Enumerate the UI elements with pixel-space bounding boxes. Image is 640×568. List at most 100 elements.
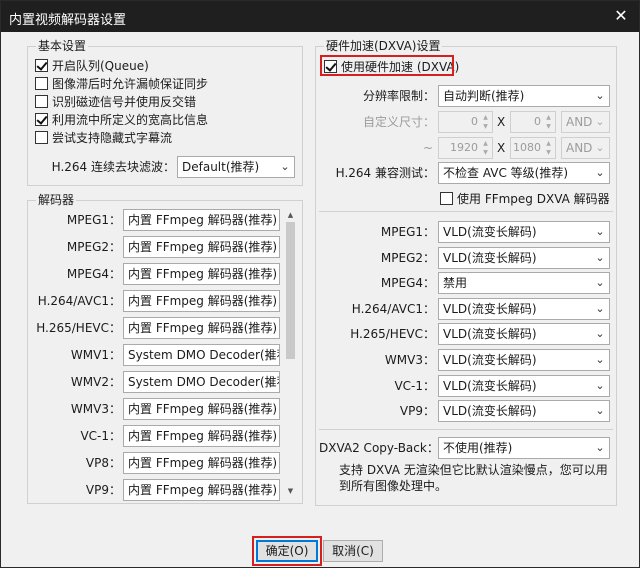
decoders-scrollbar[interactable]: ▲ ▼ <box>285 209 296 497</box>
chevron-down-icon: ⌄ <box>265 429 275 442</box>
range-tilde: ~ <box>422 141 433 155</box>
chevron-down-icon: ⌄ <box>265 213 275 226</box>
decoder-label: VP9： <box>85 483 121 497</box>
copyback-label: DXVA2 Copy-Back： <box>319 441 439 455</box>
decoder-select[interactable]: System DMO Decoder(推荐) ⌄ <box>123 344 280 366</box>
checkbox-box[interactable] <box>35 77 48 90</box>
highlight-box <box>252 536 322 566</box>
chevron-down-icon: ⌄ <box>595 301 605 315</box>
decoder-label: MPEG1： <box>66 213 121 227</box>
checkbox-box[interactable] <box>35 131 48 144</box>
title-bar[interactable]: 内置视频解码器设置 ✕ <box>1 1 639 32</box>
hw-decoder-select[interactable]: VLD(流变长解码) ⌄ <box>438 374 610 397</box>
basic-option-checkbox[interactable]: 识别磁迹信号并使用反交错 <box>35 93 196 110</box>
decoder-label: H.264/AVC1： <box>37 294 121 308</box>
decoder-label: VP8： <box>85 456 121 470</box>
ffmpeg-dxva-checkbox[interactable]: 使用 FFmpeg DXVA 解码器 <box>440 190 610 207</box>
hw-decoder-select[interactable]: VLD(流变长解码) ⌄ <box>438 349 610 371</box>
hw-decoder-select[interactable]: VLD(流变长解码) ⌄ <box>438 400 610 423</box>
basic-option-checkbox[interactable]: 开启队列(Queue) <box>35 57 149 74</box>
chevron-down-icon: ⌄ <box>280 160 290 173</box>
hw-decoder-select[interactable]: 禁用 ⌄ <box>438 272 610 295</box>
compat-value: 不检查 AVC 等级(推荐) <box>443 166 569 180</box>
custom-op2-value: AND <box>566 141 593 155</box>
chevron-down-icon: ⌄ <box>265 321 275 334</box>
decoder-select[interactable]: 内置 FFmpeg 解码器(推荐) ⌄ <box>123 290 280 312</box>
decoder-value: 内置 FFmpeg 解码器(推荐) <box>128 240 278 254</box>
hw-decoder-value: VLD(流变长解码) <box>443 250 537 265</box>
basic-option-label: 尝试支持隐藏式字幕流 <box>52 131 173 145</box>
decoder-select[interactable]: 内置 FFmpeg 解码器(推荐) ⌄ <box>123 317 280 339</box>
decoder-select[interactable]: 内置 FFmpeg 解码器(推荐) ⌄ <box>123 425 280 447</box>
custom-width-min[interactable]: 0 ▲ ▼ <box>438 111 493 133</box>
decoder-select[interactable]: 内置 FFmpeg 解码器(推荐) ⌄ <box>123 209 280 231</box>
checkbox-box[interactable] <box>35 113 48 126</box>
decoder-select[interactable]: System DMO Decoder(推荐) ⌄ <box>123 371 280 393</box>
decoder-select[interactable]: 内置 FFmpeg 解码器(推荐) ⌄ <box>123 479 280 501</box>
hw-decoder-value: VLD(流变长解码) <box>443 378 537 393</box>
decoder-select[interactable]: 内置 FFmpeg 解码器(推荐) ⌄ <box>123 452 280 474</box>
spin-arrows-icon[interactable]: ▲ ▼ <box>480 113 491 131</box>
custom-height-max-value: 1080 <box>513 141 541 154</box>
spin-arrows-icon[interactable]: ▲ ▼ <box>543 139 554 157</box>
decoder-label: VC-1： <box>80 429 121 443</box>
close-icon[interactable]: ✕ <box>611 7 631 25</box>
basic-option-checkbox[interactable]: 尝试支持隐藏式字幕流 <box>35 129 172 146</box>
custom-width-min-value: 0 <box>471 115 478 128</box>
custom-width-max[interactable]: 1920 ▲ ▼ <box>438 137 493 159</box>
highlight-box <box>320 55 454 76</box>
hw-decoder-label: H.264/AVC1： <box>351 301 435 316</box>
deblock-select[interactable]: Default(推荐) ⌄ <box>177 156 295 178</box>
decoder-label: WMV1： <box>70 348 121 362</box>
chevron-down-icon: ⌄ <box>595 327 605 341</box>
hw-decoder-value: 禁用 <box>443 276 468 291</box>
compat-select[interactable]: 不检查 AVC 等级(推荐) ⌄ <box>438 162 610 184</box>
chevron-down-icon: ⌄ <box>595 378 605 392</box>
spin-arrows-icon[interactable]: ▲ ▼ <box>543 113 554 131</box>
checkbox-box[interactable] <box>440 192 453 205</box>
hw-decoder-select[interactable]: VLD(流变长解码) ⌄ <box>438 323 610 346</box>
checkbox-box[interactable] <box>35 59 48 72</box>
custom-height-min[interactable]: 0 ▲ ▼ <box>510 111 556 133</box>
divider <box>319 429 613 430</box>
decoder-label: WMV2： <box>70 375 121 389</box>
chevron-down-icon: ⌄ <box>595 441 605 454</box>
hw-decoder-select[interactable]: VLD(流变长解码) ⌄ <box>438 246 610 269</box>
cancel-button[interactable]: 取消(C) <box>323 540 383 562</box>
decoder-label: MPEG2： <box>66 240 121 254</box>
decoder-select[interactable]: 内置 FFmpeg 解码器(推荐) ⌄ <box>123 398 280 420</box>
resolution-select[interactable]: 自动判断(推荐) ⌄ <box>438 85 610 107</box>
spin-arrows-icon[interactable]: ▲ ▼ <box>480 139 491 157</box>
basic-option-label: 开启队列(Queue) <box>52 59 149 73</box>
chevron-down-icon: ⌄ <box>595 250 605 264</box>
basic-option-label: 识别磁迹信号并使用反交错 <box>52 95 197 109</box>
basic-option-checkbox[interactable]: 利用流中所定义的宽高比信息 <box>35 111 208 128</box>
custom-op2-select[interactable]: AND ⌄ <box>561 137 610 159</box>
decoder-value: 内置 FFmpeg 解码器(推荐) <box>128 456 278 470</box>
decoder-label: WMV3： <box>70 402 121 416</box>
hw-accel-title: 硬件加速(DXVA)设置 <box>324 38 443 54</box>
custom-op1-select[interactable]: AND ⌄ <box>561 111 610 133</box>
custom-op1-value: AND <box>566 115 593 129</box>
basic-option-checkbox[interactable]: 图像滞后时允许漏帧保证同步 <box>35 75 208 92</box>
custom-height-max[interactable]: 1080 ▲ ▼ <box>510 137 556 159</box>
copyback-select[interactable]: 不使用(推荐) ⌄ <box>438 437 610 459</box>
scroll-thumb[interactable] <box>286 222 295 359</box>
hw-decoder-select[interactable]: VLD(流变长解码) ⌄ <box>438 297 610 320</box>
basic-option-label: 图像滞后时允许漏帧保证同步 <box>52 77 209 91</box>
scroll-down-icon[interactable]: ▼ <box>285 485 296 497</box>
x-separator: X <box>497 115 506 129</box>
decoder-select[interactable]: 内置 FFmpeg 解码器(推荐) ⌄ <box>123 236 280 258</box>
checkbox-box[interactable] <box>35 95 48 108</box>
chevron-down-icon: ⌄ <box>265 240 275 253</box>
hw-decoder-label: VC-1： <box>394 378 435 393</box>
scroll-up-icon[interactable]: ▲ <box>285 209 296 221</box>
resolution-label: 分辨率限制： <box>362 89 435 103</box>
decoder-select[interactable]: 内置 FFmpeg 解码器(推荐) ⌄ <box>123 263 280 285</box>
hw-decoder-select[interactable]: VLD(流变长解码) ⌄ <box>438 221 610 243</box>
hw-decoder-value: VLD(流变长解码) <box>443 404 537 419</box>
chevron-down-icon: ⌄ <box>265 402 275 415</box>
hw-decoder-value: VLD(流变长解码) <box>443 225 537 239</box>
copyback-note: 支持 DXVA 无渲染但它比默认渲染慢点，您可以用到所有图像处理中。 <box>339 463 608 493</box>
compat-label: H.264 兼容测试： <box>335 166 435 180</box>
